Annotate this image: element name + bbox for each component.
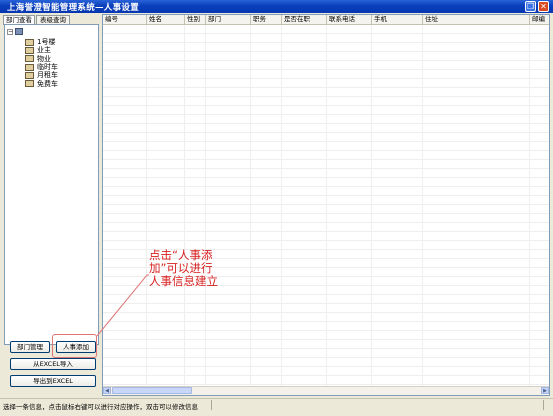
status-message: 选择一条信息，点击鼠标右键可以进行对应操作，双击可以修改信息: [3, 403, 198, 411]
callout-highlight-box: [52, 334, 97, 358]
status-separator: [211, 400, 212, 410]
callout-line-3: 人事信息建立: [149, 274, 218, 288]
status-bar: 选择一条信息，点击鼠标右键可以进行对应操作，双击可以修改信息: [0, 398, 553, 416]
status-separator: [543, 400, 544, 410]
callout-annotation: 点击“人事添 加”可以进行 人事信息建立: [149, 249, 259, 288]
